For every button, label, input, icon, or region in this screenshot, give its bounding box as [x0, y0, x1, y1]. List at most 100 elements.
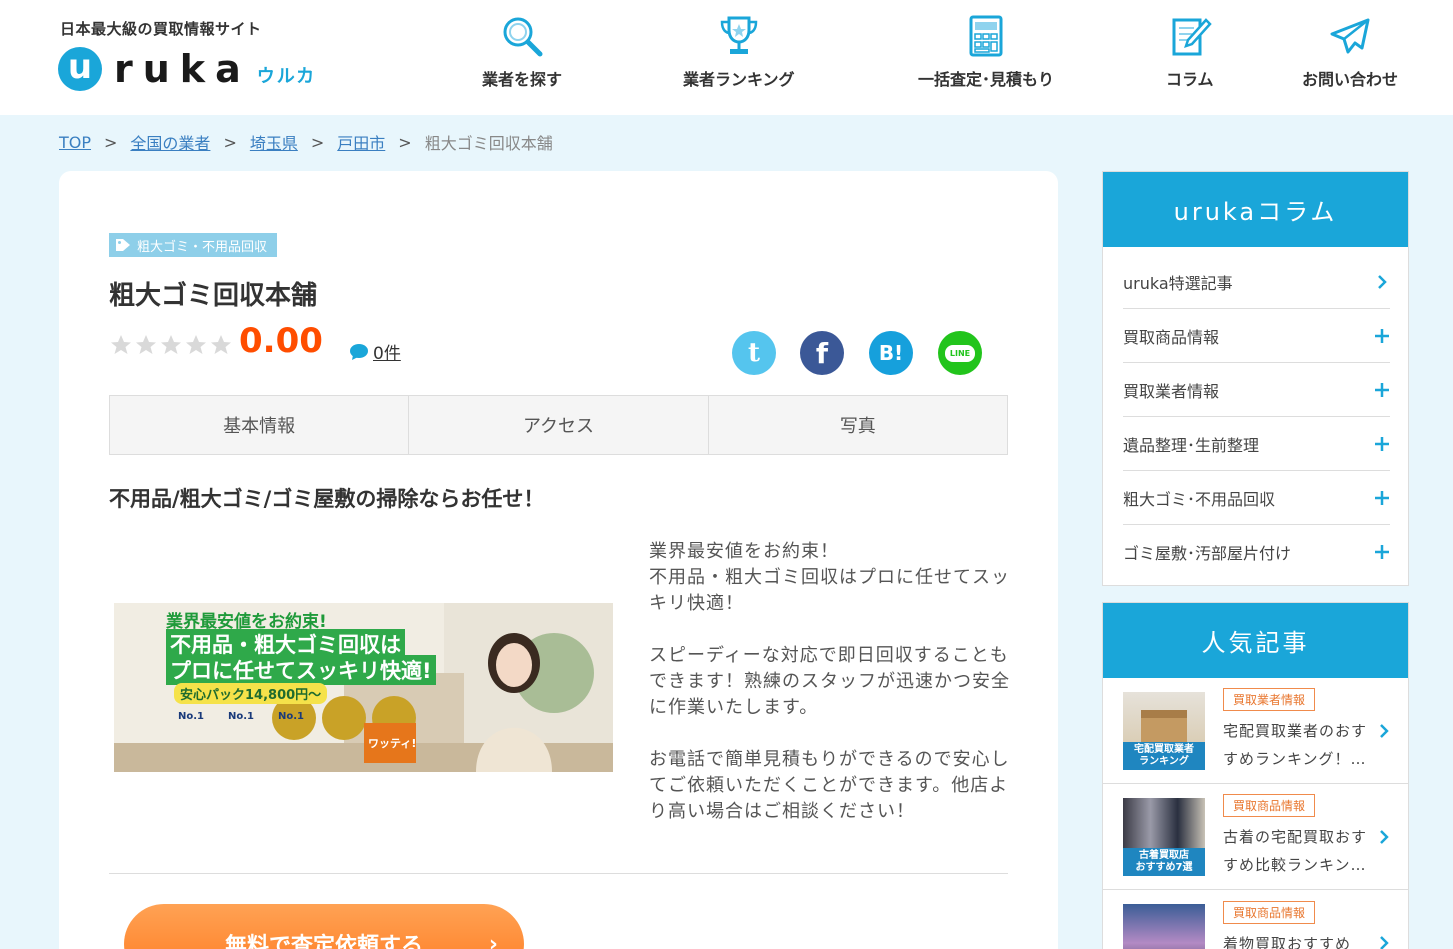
banner-badge-3: No.1	[278, 711, 304, 722]
breadcrumb-city[interactable]: 戸田市	[337, 130, 385, 154]
star-icon	[186, 335, 206, 354]
nav-contact[interactable]: お問い合わせ	[1302, 14, 1398, 90]
sidebar-item-hoarder-cleanup[interactable]: ゴミ屋敷･汚部屋片付け	[1123, 525, 1390, 579]
star-rating	[109, 333, 234, 357]
paper-plane-icon	[1330, 18, 1370, 54]
plus-icon	[1375, 545, 1389, 559]
sidebar-item-label: 粗大ゴミ･不用品回収	[1123, 489, 1276, 509]
breadcrumb-separator: >	[104, 132, 118, 152]
vendor-detail-card: 粗大ゴミ・不用品回収 粗大ゴミ回収本舗 0.00 0件 t f B! LINE …	[59, 171, 1058, 949]
popular-article[interactable]: 宅配買取業者 ランキング 買取業者情報 宅配買取業者のおすすめランキング！…	[1103, 678, 1408, 784]
calculator-icon	[969, 15, 1003, 57]
pen-paper-icon	[1172, 18, 1212, 56]
tag-icon	[116, 239, 130, 251]
description-paragraph: お電話で簡単見積もりができるので安心してご依頼いただくことができます。他店より高…	[649, 749, 1010, 822]
nav-label: コラム	[1166, 70, 1214, 89]
logo-wordmark: ruka	[114, 47, 251, 91]
nav-column[interactable]: コラム	[1166, 14, 1214, 90]
chevron-right-icon	[1380, 829, 1389, 844]
star-icon	[111, 335, 131, 354]
sidebar-item-featured[interactable]: uruka特選記事	[1123, 255, 1390, 309]
article-category-badge: 買取商品情報	[1223, 900, 1316, 924]
nav-label: お問い合わせ	[1302, 70, 1399, 89]
cta-label: 無料で査定依頼する	[224, 934, 423, 949]
vendor-description: 業界最安値をお約束！ 不用品・粗大ゴミ回収はプロに任せてスッキリ快適！ スピーデ…	[649, 539, 1019, 851]
tab-basic-info[interactable]: 基本情報	[110, 396, 410, 454]
tab-access[interactable]: アクセス	[409, 396, 709, 454]
banner-badge-1: No.1	[178, 711, 204, 722]
thumbnail-caption: 宅配買取業者 ランキング	[1123, 741, 1205, 770]
nav-find-vendors[interactable]: 業者を探す	[482, 14, 562, 90]
catchphrase-heading: 不用品/粗大ゴミ/ゴミ屋敷の掃除ならお任せ！	[109, 487, 545, 511]
nav-ranking[interactable]: 業者ランキング	[683, 14, 795, 90]
thumbnail-caption: 古着買取店 おすすめ7選	[1123, 847, 1205, 876]
banner-price: 安心パック14,800円〜	[174, 683, 328, 704]
article-thumbnail	[1123, 904, 1205, 949]
breadcrumb-all-vendors[interactable]: 全国の業者	[130, 130, 210, 154]
hatena-bookmark-icon: B!	[878, 341, 904, 365]
article-thumbnail: 宅配買取業者 ランキング	[1123, 691, 1205, 770]
description-paragraph: 業界最安値をお約束！ 不用品・粗大ゴミ回収はプロに任せてスッキリ快適！	[649, 541, 1010, 614]
banner-badge-2: No.1	[228, 711, 254, 722]
vendor-banner-image: 業界最安値をお約束! 不用品・粗大ゴミ回収は プロに任せてスッキリ快適! 安心パ…	[114, 603, 613, 772]
category-tag[interactable]: 粗大ゴミ・不用品回収	[109, 233, 278, 257]
description-paragraph: スピーディーな対応で即日回収することもできます！熟練のスタッフが迅速かつ安全に作…	[649, 645, 1010, 718]
sidebar-item-products[interactable]: 買取商品情報	[1123, 309, 1390, 363]
breadcrumb-separator: >	[223, 132, 237, 152]
sidebar-item-bulky-waste[interactable]: 粗大ゴミ･不用品回収	[1123, 471, 1390, 525]
chevron-right-icon	[1378, 274, 1387, 289]
breadcrumb-top[interactable]: TOP	[59, 133, 91, 152]
free-estimate-button[interactable]: 無料で査定依頼する ›	[124, 904, 524, 949]
plus-icon	[1375, 382, 1389, 397]
chevron-right-icon	[1380, 723, 1389, 738]
plus-icon	[1375, 328, 1389, 343]
sidebar-item-label: 買取業者情報	[1123, 381, 1220, 401]
article-title: 宅配買取業者のおすすめランキング！…	[1223, 722, 1368, 768]
sidebar-column-title: urukaコラム	[1103, 172, 1408, 247]
popular-article[interactable]: 買取商品情報 着物買取おすすめ比…	[1103, 890, 1408, 949]
site-tagline: 日本最大級の買取情報サイト	[60, 20, 262, 38]
article-thumbnail: 古着買取店 おすすめ7選	[1123, 797, 1205, 876]
facebook-icon: f	[815, 336, 829, 370]
plus-icon	[1375, 490, 1389, 505]
popular-article[interactable]: 古着買取店 おすすめ7選 買取商品情報 古着の宅配買取おすすめ比較ランキン…	[1103, 784, 1408, 890]
sidebar-column-box: urukaコラム uruka特選記事 買取商品情報 買取業者情報 遺品整理･生前…	[1102, 171, 1409, 586]
review-count: 0件	[349, 339, 401, 364]
logo-mark: u	[58, 47, 102, 91]
breadcrumb: TOP > 全国の業者 > 埼玉県 > 戸田市 > 粗大ゴミ回収本舗	[59, 130, 553, 154]
tab-photos[interactable]: 写真	[709, 396, 1007, 454]
nav-label: 一括査定･見積もり	[918, 70, 1055, 89]
banner-line-3: プロに任せてスッキリ快適!	[166, 655, 436, 685]
nav-bulk-estimate[interactable]: 一括査定･見積もり	[918, 14, 1054, 90]
category-tag-label: 粗大ゴミ・不用品回収	[137, 239, 268, 255]
nav-label: 業者ランキング	[683, 70, 795, 89]
share-twitter-button[interactable]: t	[732, 331, 776, 375]
sidebar-item-estate-cleanup[interactable]: 遺品整理･生前整理	[1123, 417, 1390, 471]
breadcrumb-separator: >	[310, 132, 325, 152]
magnifier-icon	[503, 17, 543, 57]
rating-score: 0.00	[239, 321, 323, 361]
chevron-right-icon: ›	[488, 932, 498, 949]
breadcrumb-prefecture[interactable]: 埼玉県	[250, 130, 298, 154]
star-icon	[161, 335, 181, 354]
star-icon	[136, 335, 156, 354]
star-icon	[211, 335, 231, 354]
section-divider	[109, 873, 1008, 874]
sidebar-popular-title: 人気記事	[1103, 603, 1408, 678]
review-count-link[interactable]: 0件	[373, 339, 401, 364]
nav-label: 業者を探す	[482, 70, 563, 89]
sidebar-item-label: ゴミ屋敷･汚部屋片付け	[1123, 544, 1292, 563]
share-hatena-button[interactable]: B!	[869, 331, 913, 375]
share-facebook-button[interactable]: f	[800, 331, 844, 375]
logo-kana: ウルカ	[256, 66, 317, 87]
article-title: 古着の宅配買取おすすめ比較ランキン…	[1223, 828, 1368, 874]
twitter-icon: t	[747, 338, 760, 368]
share-line-button[interactable]: LINE	[938, 331, 982, 375]
breadcrumb-separator: >	[398, 132, 412, 152]
sidebar-item-vendors[interactable]: 買取業者情報	[1123, 363, 1390, 417]
speech-bubble-icon	[350, 343, 368, 360]
plus-icon	[1375, 436, 1389, 451]
sidebar-item-label: 遺品整理･生前整理	[1123, 435, 1260, 455]
site-logo[interactable]: u ruka ウルカ	[58, 44, 316, 94]
sidebar-item-label: 買取商品情報	[1123, 327, 1220, 347]
